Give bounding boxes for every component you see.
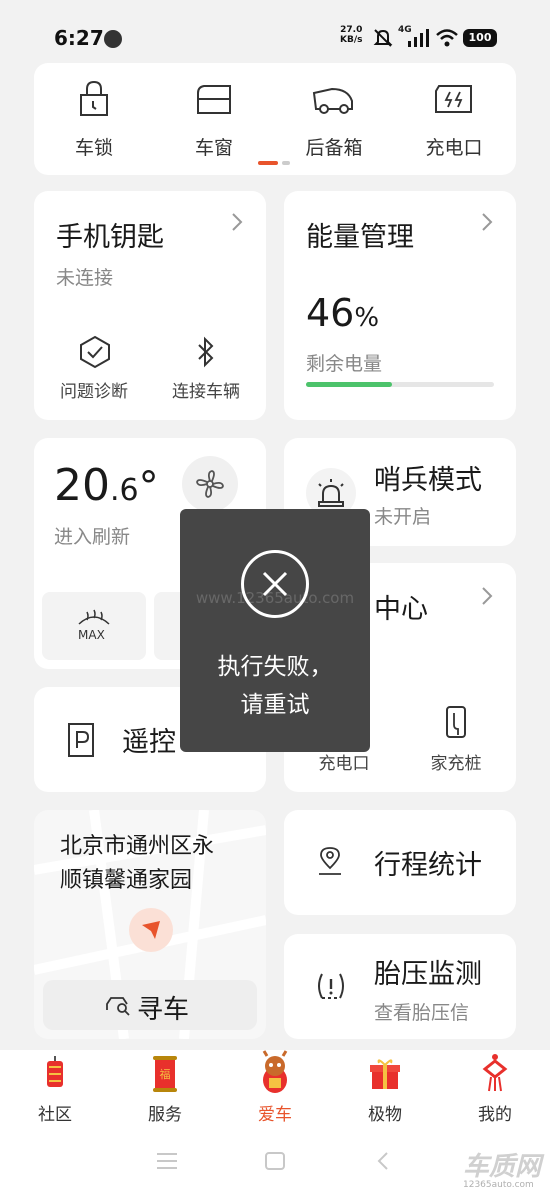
address-line-1: 北京市通州区永 (60, 834, 215, 859)
network-speed-unit: KB/s (340, 35, 363, 45)
quick-action-label: 车窗 (194, 137, 233, 159)
firecracker-icon (41, 1055, 69, 1093)
battery-percent: 46% (306, 291, 379, 335)
defrost-max-button[interactable]: MAX (42, 592, 146, 660)
climate-status: 进入刷新 (54, 526, 131, 548)
find-car-label: 寻车 (137, 995, 190, 1025)
chevron-right-icon (480, 211, 494, 239)
fan-icon (194, 468, 226, 500)
home-nav-icon[interactable] (264, 1151, 286, 1171)
parking-icon (66, 721, 96, 759)
error-toast: www.12365auto.com 执行失败， 请重试 (180, 509, 370, 752)
charging-center-title: 中心 (374, 594, 428, 625)
fortune-scroll-icon: 福 (151, 1055, 179, 1093)
cabin-temperature: 20.6° (54, 460, 159, 511)
quick-actions-card: 车锁 车窗 后备箱 充电口 (34, 63, 516, 175)
notification-dot-icon (104, 30, 122, 48)
address-line-2: 顺镇馨通家园 (60, 868, 193, 893)
navigation-arrow-icon (140, 919, 162, 941)
trip-stats-title: 行程统计 (374, 850, 482, 881)
diagnose-label: 问题诊断 (60, 382, 128, 402)
vehicle-location-marker (129, 908, 173, 952)
pager-dot-active (258, 161, 278, 165)
phone-key-status: 未连接 (56, 267, 114, 289)
lock-icon (78, 79, 110, 117)
wifi-icon (435, 28, 459, 48)
temp-integer: 20 (54, 460, 110, 511)
watermark-logo: 车质网 (463, 1152, 542, 1182)
phone-key-title: 手机钥匙 (56, 222, 164, 253)
trip-stats-card[interactable]: 行程统计 (284, 810, 516, 915)
battery-percent-value: 46 (306, 291, 355, 335)
watermark-url: 12365auto.com (463, 1180, 534, 1190)
phone-key-card[interactable]: 手机钥匙 未连接 问题诊断 连接车辆 (34, 191, 266, 420)
tab-community-label: 社区 (38, 1105, 72, 1125)
mascot-icon (255, 1050, 295, 1096)
watermark-text: www.12365auto.com (195, 589, 355, 607)
charge-port-icon (433, 83, 475, 115)
find-car-button[interactable]: 寻车 (43, 980, 257, 1030)
sentry-title: 哨兵模式 (374, 465, 482, 496)
error-circle-icon (241, 550, 309, 618)
defrost-max-label: MAX (78, 628, 105, 642)
battery-bar-fill (306, 382, 393, 387)
car-window-icon (195, 83, 233, 115)
signal-icon (408, 29, 430, 47)
sentry-status: 未开启 (374, 506, 432, 528)
status-time: 6:27 (54, 26, 104, 50)
chevron-right-icon (230, 211, 244, 239)
trunk-icon (310, 85, 356, 115)
quick-action-label: 后备箱 (305, 137, 363, 159)
energy-title: 能量管理 (306, 222, 414, 253)
energy-card[interactable]: 能量管理 46% 剩余电量 (284, 191, 516, 420)
location-card[interactable]: 北京市通州区永 顺镇馨通家园 寻车 (34, 810, 266, 1039)
fan-button[interactable] (182, 456, 238, 512)
tab-mine-label: 我的 (478, 1105, 512, 1125)
bluetooth-icon (194, 335, 218, 369)
charge-port-label[interactable]: 充电口 (294, 749, 394, 774)
location-pin-icon (316, 846, 344, 878)
svg-text:福: 福 (160, 1067, 171, 1081)
siren-icon (315, 478, 347, 508)
tire-pressure-title: 胎压监测 (374, 959, 482, 990)
battery-bar (306, 382, 494, 387)
home-charger-icon (444, 705, 468, 739)
toast-line-1: 执行失败， (217, 654, 333, 680)
pager-dot (282, 161, 290, 165)
tab-goods-label: 极物 (368, 1105, 402, 1125)
toast-line-2: 请重试 (240, 692, 310, 718)
defrost-icon (77, 608, 111, 626)
battery-indicator: 100 (463, 29, 497, 47)
back-nav-icon[interactable] (376, 1151, 390, 1171)
chevron-right-icon (480, 585, 494, 613)
mute-icon (372, 27, 394, 49)
home-charger-label: 家充桩 (430, 754, 482, 774)
quick-action-label: 充电口 (425, 137, 483, 159)
battery-label: 剩余电量 (306, 353, 383, 375)
tire-pressure-icon (314, 970, 348, 1002)
network-speed: 27.0 KB/s (340, 25, 362, 45)
tab-my-car-label: 爱车 (258, 1105, 292, 1125)
car-search-icon (105, 994, 131, 1016)
temp-decimal: .6 (110, 473, 139, 508)
network-speed-value: 27.0 (340, 25, 363, 35)
remote-control-title: 遥控 (122, 727, 176, 758)
tire-pressure-sub: 查看胎压信 (374, 1002, 470, 1024)
battery-percent-unit: % (354, 303, 380, 333)
menu-nav-icon[interactable] (156, 1152, 178, 1170)
gift-box-icon (369, 1057, 401, 1091)
tab-service-label: 服务 (148, 1105, 182, 1125)
temp-unit: ° (138, 464, 159, 510)
quick-action-label: 车锁 (74, 137, 113, 159)
connect-vehicle-label: 连接车辆 (172, 382, 240, 402)
shield-check-icon (78, 335, 112, 369)
tire-pressure-card[interactable]: 胎压监测 查看胎压信 (284, 934, 516, 1039)
chinese-knot-icon (479, 1053, 511, 1093)
